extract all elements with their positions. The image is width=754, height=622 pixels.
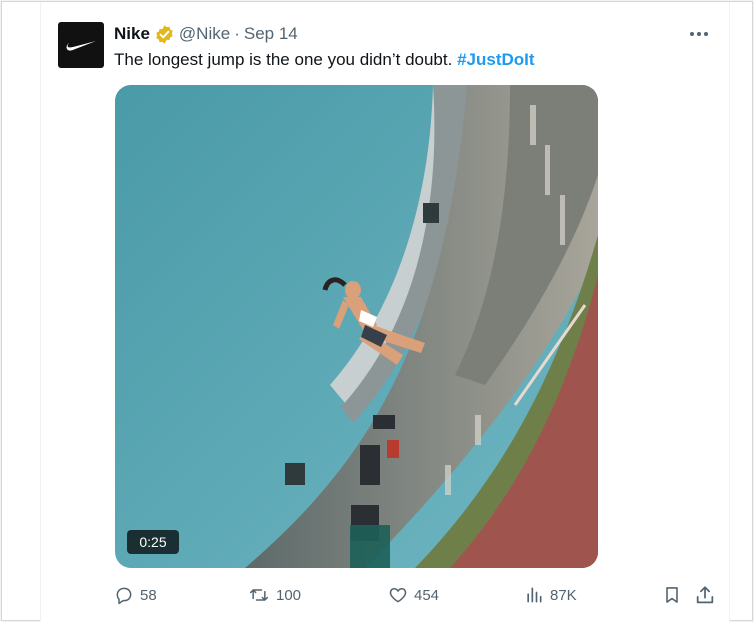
view-count: 87K <box>550 586 577 604</box>
avatar[interactable] <box>58 22 104 68</box>
reply-icon <box>116 587 132 605</box>
tweet-header: Nike @Nike · Sep 14 <box>114 22 298 46</box>
video-thumbnail <box>115 85 598 568</box>
tweet-text: The longest jump is the one you didn’t d… <box>114 48 535 72</box>
video-player[interactable]: 0:25 <box>115 85 598 568</box>
share-icon <box>696 586 714 604</box>
tweet-body: The longest jump is the one you didn’t d… <box>114 50 453 69</box>
window-frame: Nike @Nike · Sep 14 The longest jump is … <box>1 1 753 622</box>
separator-dot: · <box>234 24 240 43</box>
bookmark-button[interactable] <box>662 582 682 608</box>
like-count: 454 <box>414 586 440 604</box>
views-icon <box>527 587 542 603</box>
action-bar: 58 100 454 87K <box>114 582 714 608</box>
verified-badge-icon[interactable] <box>154 24 175 45</box>
reply-count: 58 <box>140 586 157 604</box>
bookmark-icon <box>666 587 678 603</box>
like-button[interactable]: 454 <box>388 582 439 608</box>
repost-count: 100 <box>276 586 302 604</box>
more-dots-icon <box>690 32 708 36</box>
video-duration-badge: 0:25 <box>127 530 179 554</box>
tweet-date[interactable]: Sep 14 <box>244 24 298 44</box>
views-button[interactable]: 87K <box>524 582 577 608</box>
reply-button[interactable]: 58 <box>114 582 157 608</box>
more-button[interactable] <box>685 24 713 44</box>
tweet-card[interactable]: Nike @Nike · Sep 14 The longest jump is … <box>40 2 730 622</box>
share-button[interactable] <box>694 582 716 608</box>
repost-icon <box>249 589 269 601</box>
author-name[interactable]: Nike <box>114 24 150 44</box>
hashtag-link[interactable]: #JustDoIt <box>457 50 534 69</box>
nike-swoosh-icon <box>66 41 96 51</box>
heart-icon <box>389 588 407 603</box>
repost-button[interactable]: 100 <box>248 582 301 608</box>
author-handle[interactable]: @Nike <box>179 24 230 44</box>
